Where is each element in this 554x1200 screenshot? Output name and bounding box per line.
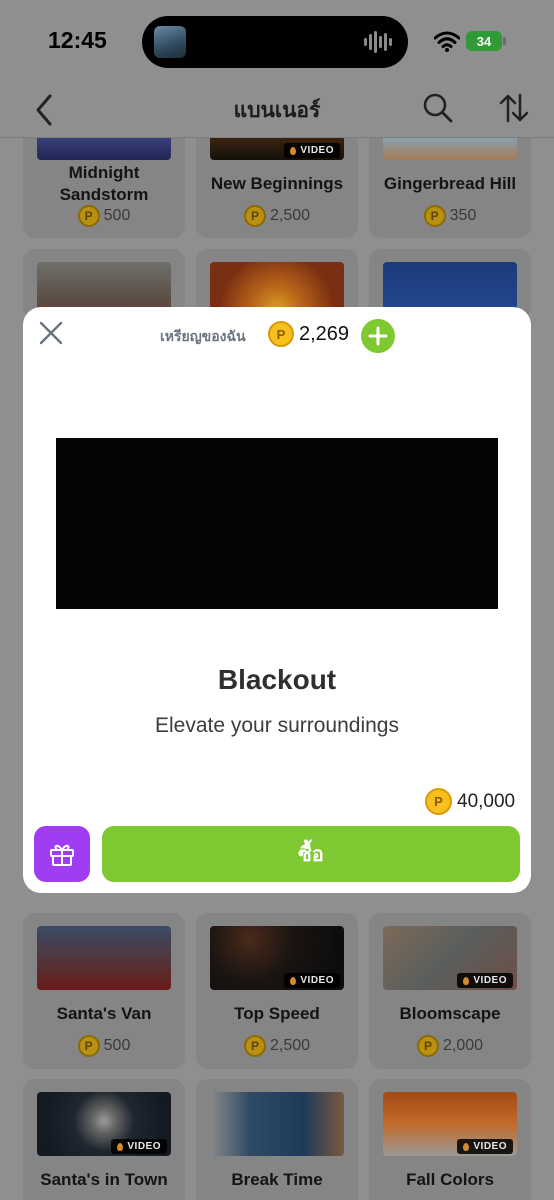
balance-label: เหรียญของฉัน [160,328,246,344]
banner-cost: 40,000 [457,791,516,812]
banner-price: P 350 [369,205,531,227]
banner-thumbnail: VIDEO [383,1092,517,1156]
gift-icon [50,844,74,866]
banner-name: Gingerbread Hill [383,174,517,193]
banner-title: Blackout [217,664,337,695]
close-icon[interactable] [37,319,65,347]
add-coins-button[interactable] [361,319,395,353]
search-icon[interactable] [421,91,455,125]
banner-name: Bloomscape [399,1004,501,1023]
banner-price: P 500 [23,1035,185,1057]
page-title: แบนเนอร์ [233,99,321,122]
banner-thumbnail [383,138,517,160]
banner-name: Break Time [231,1170,323,1189]
status-time: 12:45 [48,27,107,53]
coin-icon: P [268,321,294,347]
video-badge: VIDEO [284,973,340,988]
coin-icon: P [416,1035,439,1057]
audio-waveform-icon [364,31,394,53]
now-playing-artwork [154,26,186,58]
banner-card[interactable]: VIDEO New Beginnings P 2,500 [196,138,358,238]
coin-icon: P [243,1035,266,1057]
banner-price: P 2,500 [196,1035,358,1057]
coin-icon: P [77,205,100,227]
battery-indicator: 34 [466,31,506,51]
banner-thumbnail: VIDEO [210,926,344,990]
gift-button[interactable] [34,826,90,882]
coin-balance: 2,269 [299,323,350,345]
banner-name: Fall Colors [406,1170,494,1189]
wifi-icon [434,31,460,52]
banner-card[interactable]: Santa's Van P 500 [23,913,185,1069]
purchase-dialog: เหรียญของฉัน P 2,269 Blackout Elevate yo… [23,307,531,893]
banner-card[interactable]: VIDEO Bloomscape P 2,000 [369,913,531,1069]
banner-description: Elevate your surroundings [155,714,399,737]
video-badge: VIDEO [111,1139,167,1154]
banner-thumbnail: VIDEO [37,1092,171,1156]
status-bar: 12:45 34 [0,0,554,84]
banner-name: Santa's in Town [40,1170,168,1189]
banner-card[interactable]: Gingerbread Hill P 350 [369,138,531,238]
coin-icon: P [77,1035,100,1057]
banner-thumbnail: VIDEO [383,926,517,990]
banner-price: P 2,000 [369,1035,531,1057]
banner-thumbnail [210,1092,344,1156]
banner-price: P 2,500 [196,205,358,227]
banner-card[interactable]: VIDEO Fall Colors [369,1079,531,1200]
banner-name: New Beginnings [210,174,344,193]
coin-icon: P [425,788,452,815]
banner-card[interactable]: Midnight Sandstorm P 500 [23,138,185,238]
buy-button[interactable]: ซื้อ [102,826,520,882]
plus-icon [368,326,388,346]
banner-preview [56,438,498,609]
video-badge: VIDEO [457,973,513,988]
banner-price: P 500 [23,205,185,227]
banner-name: Top Speed [234,1004,320,1023]
banner-thumbnail [37,926,171,990]
banner-thumbnail: VIDEO [210,138,344,160]
nav-bar: แบนเนอร์ [0,84,554,138]
banner-card[interactable]: VIDEO Santa's in Town [23,1079,185,1200]
video-badge: VIDEO [457,1139,513,1154]
banner-name: Santa's Van [56,1004,152,1023]
banner-name: Midnight Sandstorm [59,163,149,204]
dynamic-island[interactable] [142,16,408,68]
banner-card[interactable]: VIDEO Top Speed P 2,500 [196,913,358,1069]
banner-thumbnail [37,138,171,160]
banner-card[interactable]: Break Time [196,1079,358,1200]
sort-icon[interactable] [497,91,531,125]
video-badge: VIDEO [284,143,340,158]
coin-icon: P [423,205,446,227]
coin-icon: P [243,205,266,227]
